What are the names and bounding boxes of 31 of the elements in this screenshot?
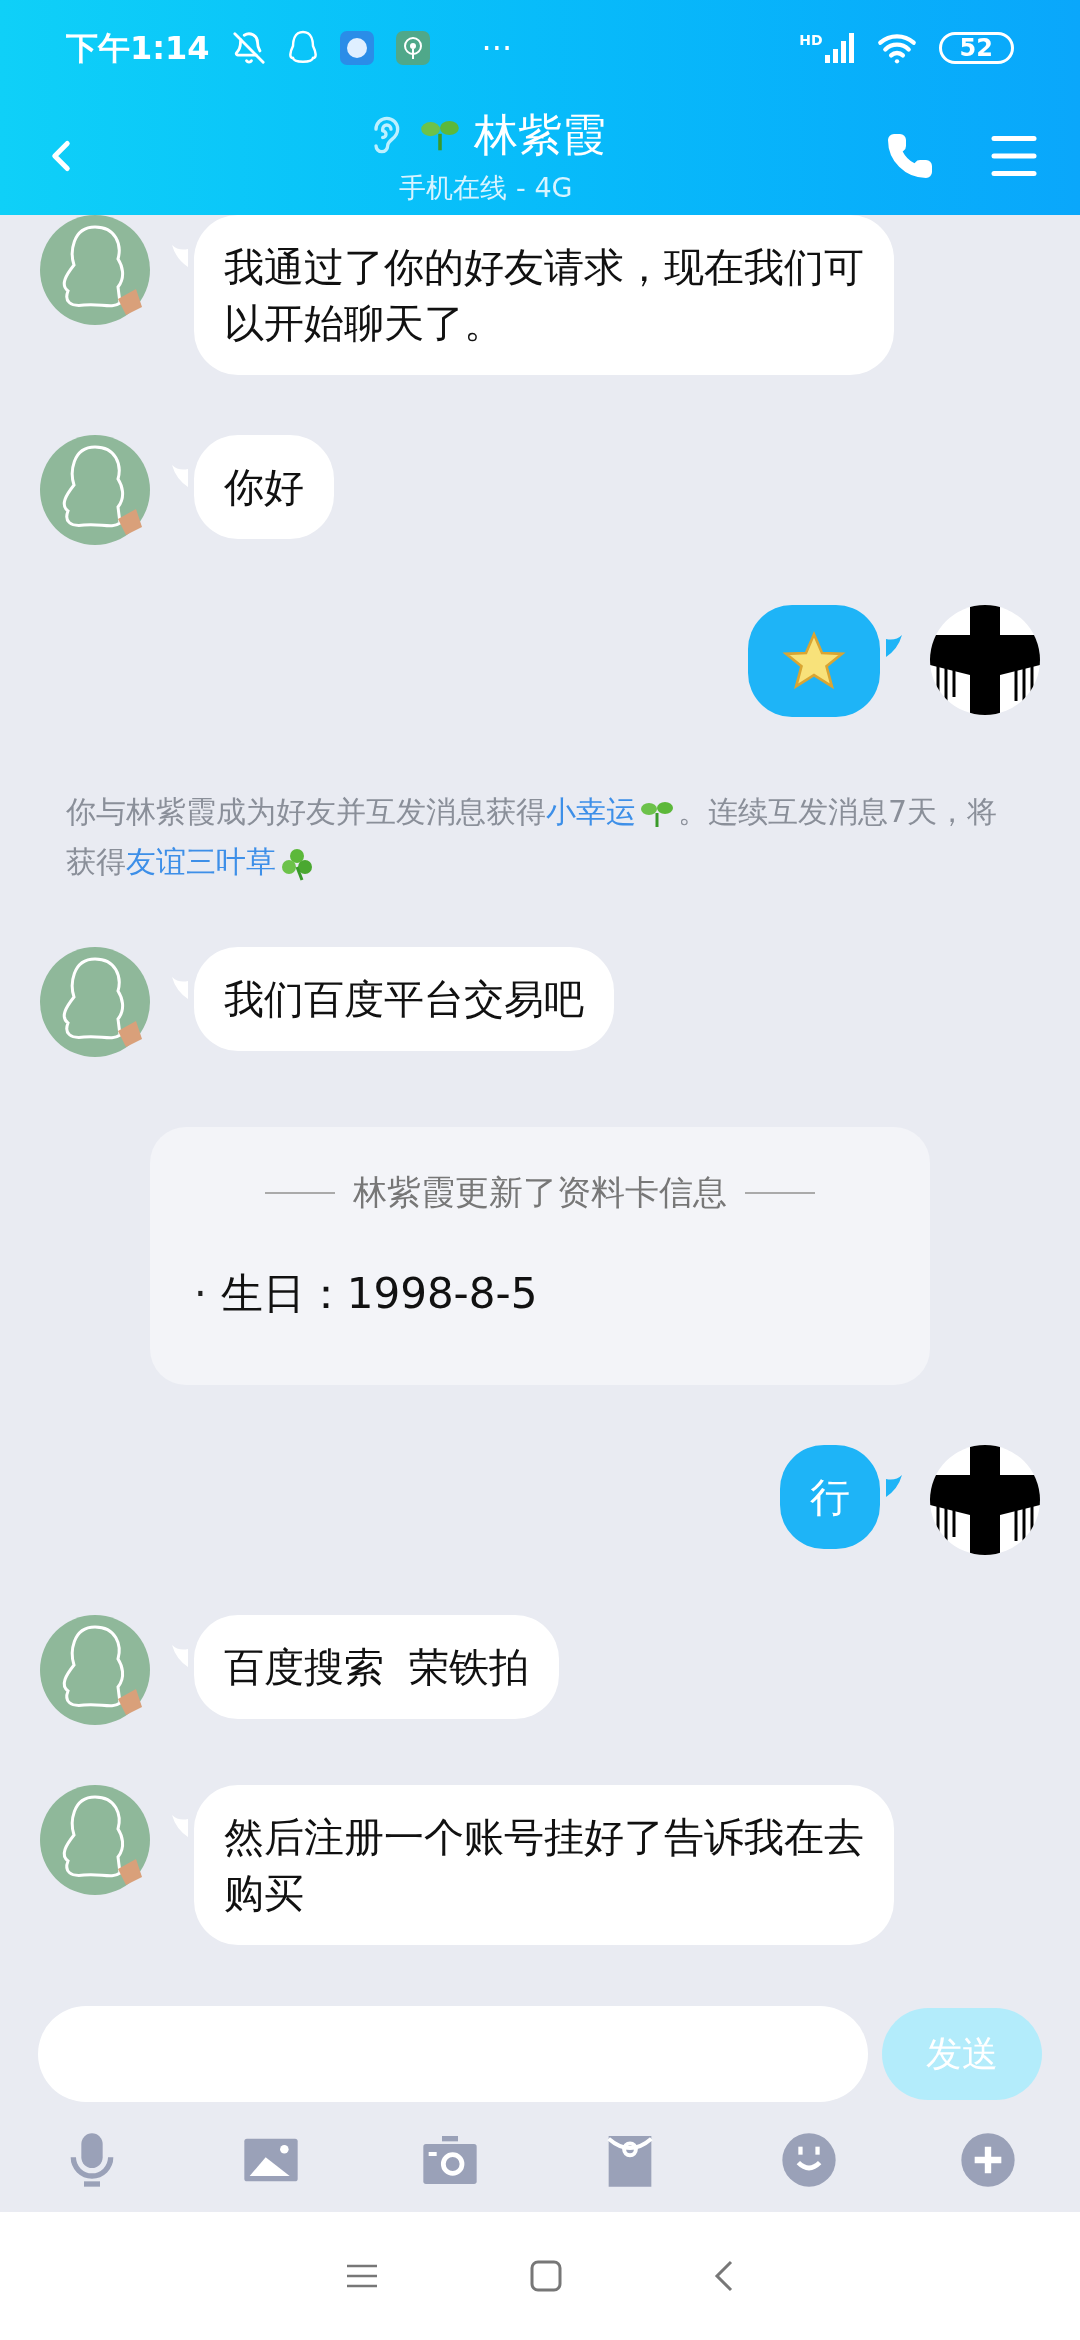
status-time: 下午1:14 <box>66 28 210 69</box>
message-bubble: 我通过了你的好友请求，现在我们可以开始聊天了。 <box>194 215 894 375</box>
app-icon <box>339 31 374 65</box>
notice-link[interactable]: 友谊三叶草 <box>126 844 276 879</box>
broadcast-app-icon <box>395 31 430 65</box>
message-bubble: 行 <box>780 1445 880 1549</box>
back-icon[interactable] <box>713 2259 735 2293</box>
bullet: · <box>194 1269 207 1319</box>
online-status: 手机在线 - 4G <box>399 171 573 206</box>
message-bubble: 然后注册一个账号挂好了告诉我在去购买 <box>194 1785 894 1945</box>
signal-icon <box>824 33 855 63</box>
hd-label: HD <box>799 33 823 47</box>
phone-icon <box>886 131 934 180</box>
card-title: 林紫霞更新了资料卡信息 <box>353 1171 727 1214</box>
bubble-tail-icon <box>886 1475 902 1497</box>
system-notice: 你与林紫霞成为好友并互发消息获得小幸运 。连续互发消息7天，将获得友谊三叶草 <box>65 793 999 883</box>
notice-link[interactable]: 小幸运 <box>546 794 636 829</box>
bell-off-icon <box>231 31 266 65</box>
menu-icon[interactable] <box>345 2262 379 2290</box>
more-notifications: ··· <box>481 28 513 69</box>
birthday-text: 生日：1998-8-5 <box>220 1268 538 1320</box>
clover-icon <box>280 846 314 881</box>
call-button[interactable] <box>886 131 934 180</box>
contact-name: 林紫霞 <box>474 108 606 163</box>
message-bubble: 你好 <box>194 435 334 539</box>
message-bubble: 百度搜索 荣铁拍 <box>194 1615 560 1719</box>
battery-indicator: 52 <box>938 32 1014 64</box>
home-icon[interactable] <box>529 2259 563 2293</box>
penguin-icon <box>287 30 318 66</box>
message-bubble: 我们百度平台交易吧 <box>194 947 614 1051</box>
bubble-tail-icon <box>886 635 902 657</box>
